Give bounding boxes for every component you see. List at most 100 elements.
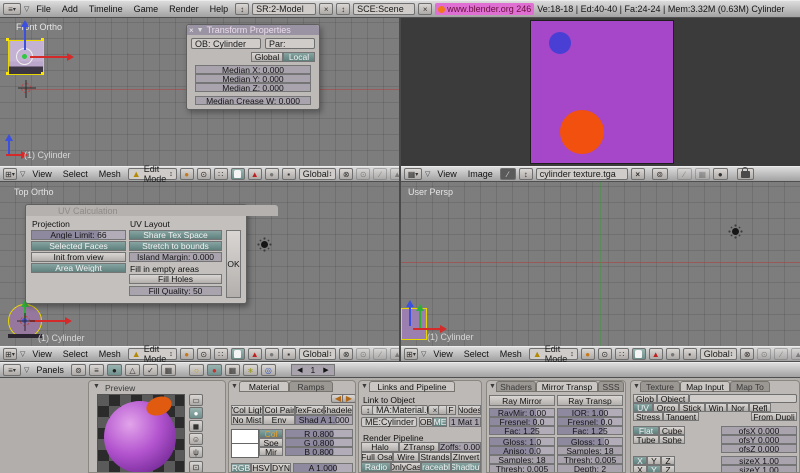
stretch-to-bounds-toggle[interactable]: Stretch to bounds <box>129 241 222 251</box>
object-name-field[interactable] <box>689 394 797 403</box>
draw-type-icon[interactable]: ● <box>180 168 194 180</box>
parent-field[interactable]: Par: <box>265 38 315 49</box>
ob-name-field[interactable]: OB: Cylinder <box>191 38 261 49</box>
pivot-point-icon[interactable]: ⊙ <box>598 348 612 360</box>
layer-number-field[interactable]: ◀1▶ <box>291 364 335 376</box>
ofsx-field[interactable]: ofsX 0.000 <box>721 426 797 435</box>
editing-context-icon[interactable]: ✓ <box>143 364 158 376</box>
lamp-object[interactable] <box>732 228 739 235</box>
window-type-icon[interactable]: ≡▾ <box>3 3 21 15</box>
panel-collapse-icon[interactable]: ▼ <box>197 27 204 34</box>
preview-hair-icon[interactable]: ψ <box>189 446 203 458</box>
layers-icon[interactable]: ∷ <box>214 168 228 180</box>
env-toggle[interactable]: Env <box>263 415 295 425</box>
orco-toggle[interactable]: Orco <box>653 403 679 412</box>
menu-render[interactable]: Render <box>165 4 203 14</box>
mode-dropdown[interactable]: ▲ Edit Mode ↕ <box>128 168 177 180</box>
win-toggle[interactable]: Win <box>705 403 727 412</box>
orientation-dropdown[interactable]: Global ↕ <box>299 168 337 180</box>
preview-monkey-icon[interactable]: ☺ <box>189 433 203 445</box>
object-context-icon[interactable]: △ <box>125 364 140 376</box>
thresh-mirror-field[interactable]: Thresh: 0.005 <box>489 464 555 473</box>
viewport-user-persp[interactable]: User Persp (1) Cylinder <box>401 182 800 346</box>
tangent-toggle[interactable]: Tangent <box>663 412 699 421</box>
vertex-handle[interactable] <box>41 72 44 75</box>
screen-browse-icon[interactable]: ↕ <box>235 3 249 15</box>
menu-view[interactable]: View <box>28 349 55 359</box>
wire-toggle[interactable]: Wire <box>393 452 419 462</box>
mode-dropdown[interactable]: ▲ Edit Mode ↕ <box>128 348 177 360</box>
object-toggle[interactable]: Object <box>657 394 689 403</box>
refl-toggle[interactable]: Refl <box>749 403 771 412</box>
panel-collapse-icon[interactable]: ▼ <box>231 383 238 390</box>
panel-collapse-icon[interactable]: ▼ <box>489 383 496 390</box>
ztransp-toggle[interactable]: ZTransp <box>399 442 439 452</box>
samples-mirror-field[interactable]: Samples: 18 <box>489 455 555 464</box>
menu-mesh[interactable]: Mesh <box>95 349 125 359</box>
manipulator-translate-icon[interactable]: ▲ <box>248 168 262 180</box>
manipulator-hand-icon[interactable] <box>632 348 646 360</box>
no-mist-toggle[interactable]: No Mist <box>231 415 263 425</box>
menu-game[interactable]: Game <box>130 4 163 14</box>
zoffs-field[interactable]: Zoffs: 0.00 <box>439 442 481 452</box>
menu-file[interactable]: File <box>32 4 55 14</box>
manipulator-x-arrow[interactable] <box>30 56 68 58</box>
fac-transp-slider[interactable]: Fac: 1.25 <box>557 426 623 435</box>
specular-color-swatch[interactable] <box>231 443 259 458</box>
menu-image[interactable]: Image <box>464 169 497 179</box>
area-splitter[interactable] <box>399 18 401 362</box>
draw-type-icon[interactable]: ● <box>180 348 194 360</box>
y2-toggle[interactable]: Y <box>647 465 661 473</box>
paint-mode-icon[interactable]: ∕ <box>677 168 692 180</box>
menu-view[interactable]: View <box>433 169 460 179</box>
nor-toggle[interactable]: Nor <box>727 403 749 412</box>
reload-image-icon[interactable]: ⊚ <box>652 168 668 180</box>
gloss-mirror-slider[interactable]: Gloss: 1.0 <box>489 437 555 446</box>
tube-toggle[interactable]: Tube <box>633 435 659 444</box>
shading-context-icon[interactable]: ● <box>107 364 122 376</box>
ray-mirror-toggle[interactable]: Ray Mirror <box>489 395 555 406</box>
traceable-toggle[interactable]: Traceable <box>421 462 451 472</box>
ofsy-field[interactable]: ofsY 0.000 <box>721 435 797 444</box>
menu-select[interactable]: Select <box>59 349 92 359</box>
from-dupli-toggle[interactable]: From Dupli <box>751 412 797 421</box>
z1-toggle[interactable]: Z <box>661 456 675 465</box>
editor-type-icon[interactable]: ⊞▾ <box>3 348 17 360</box>
snap-icon[interactable]: ⊙ <box>356 168 370 180</box>
spe-toggle[interactable]: Spe <box>259 438 283 447</box>
fresnel-mirror-slider[interactable]: Fresnel: 0.0 <box>489 417 555 426</box>
tab-material[interactable]: Material <box>239 381 289 392</box>
manipulator-rotate-icon[interactable]: ● <box>265 168 279 180</box>
menu-panels[interactable]: Panels <box>32 365 68 375</box>
r-slider[interactable]: R 0.800 <box>285 429 353 438</box>
hsv-toggle[interactable]: HSV <box>251 463 271 473</box>
pivot-point-icon[interactable]: ⊙ <box>197 168 211 180</box>
stick-toggle[interactable]: Stick <box>679 403 705 412</box>
radio-toggle[interactable]: Radio <box>361 462 391 472</box>
manipulator-scale-icon[interactable]: ▪ <box>683 348 697 360</box>
stress-toggle[interactable]: Stress <box>633 412 663 421</box>
selected-faces-toggle[interactable]: Selected Faces <box>31 241 126 251</box>
image-browse-icon[interactable]: ↕ <box>519 168 533 180</box>
mir-toggle[interactable]: Mir <box>259 447 283 456</box>
texface-toggle[interactable]: TexFace <box>295 405 324 415</box>
sizex-field[interactable]: sizeX 1.00 <box>721 456 797 465</box>
ior-slider[interactable]: IOR: 1.00 <box>557 408 623 417</box>
tab-sss[interactable]: SSS <box>598 381 624 392</box>
pivot-point-icon[interactable]: ⊙ <box>197 348 211 360</box>
diffuse-color-swatch[interactable] <box>231 429 259 444</box>
menu-select[interactable]: Select <box>59 169 92 179</box>
manipulator-translate-icon[interactable]: ▲ <box>248 348 262 360</box>
header-collapse-icon[interactable]: ▽ <box>24 366 29 374</box>
manipulator-scale-icon[interactable]: ▪ <box>282 168 296 180</box>
alpha-slider[interactable]: A 1.000 <box>293 463 353 473</box>
col-toggle[interactable]: Col <box>259 429 283 438</box>
menu-view[interactable]: View <box>28 169 55 179</box>
manipulator-scale-icon[interactable]: ▪ <box>282 348 296 360</box>
preview-cube-icon[interactable]: ◼ <box>189 420 203 432</box>
menu-view[interactable]: View <box>429 349 456 359</box>
update-auto-icon[interactable]: ● <box>713 168 728 180</box>
manipulator-z-arrow[interactable] <box>24 26 26 50</box>
angle-limit-slider[interactable]: Angle Limit: 66 <box>31 230 126 240</box>
halo-toggle[interactable]: Halo <box>361 442 399 452</box>
